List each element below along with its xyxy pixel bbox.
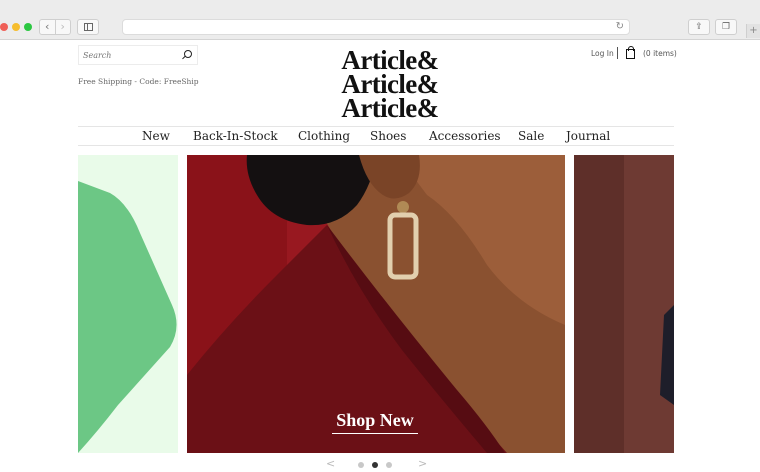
carousel-dot-3[interactable] [386,462,392,468]
history-nav: ‹ › [39,19,71,35]
nav-item-accessories[interactable]: Accessories [429,129,501,143]
site-logo[interactable]: Article& Article& Article& [330,47,450,123]
cart-link[interactable]: (0 items) [643,49,677,58]
main-nav: New Back-In-Stock Clothing Shoes Accesso… [78,126,674,146]
carousel-slide-previous[interactable] [78,155,178,453]
nav-item-back-in-stock[interactable]: Back-In-Stock [193,129,278,143]
nav-item-journal[interactable]: Journal [566,129,610,143]
nav-item-shoes[interactable]: Shoes [370,129,406,143]
search-input[interactable] [83,48,179,62]
address-bar[interactable]: ↻ [122,19,630,35]
sidebar-icon [84,23,93,31]
login-link[interactable]: Log In [591,49,614,58]
new-tab-button[interactable]: + [746,24,760,38]
carousel-prev-icon[interactable]: < [326,458,335,470]
header-divider [617,47,618,59]
carousel-slide-next[interactable] [574,155,674,453]
carousel-dot-1[interactable] [358,462,364,468]
green-shape-graphic [78,181,177,453]
search-icon[interactable] [184,50,192,58]
share-button[interactable]: ⇪ [688,19,710,35]
nav-item-clothing[interactable]: Clothing [298,129,350,143]
nav-item-new[interactable]: New [142,129,170,143]
close-window-button[interactable] [0,23,8,31]
tabs-overview-button[interactable]: ❐ [715,19,737,35]
reload-icon[interactable]: ↻ [616,21,624,33]
carousel-dot-2[interactable] [372,462,378,468]
forward-icon[interactable]: › [54,20,71,34]
minimize-window-button[interactable] [12,23,20,31]
shop-new-button[interactable]: Shop New [332,410,418,434]
nav-item-sale[interactable]: Sale [518,129,544,143]
hero-photo [187,155,565,453]
carousel-next-icon[interactable]: > [418,458,427,470]
shopping-bag-icon[interactable] [626,46,635,59]
carousel-slide-active[interactable] [187,155,565,453]
logo-line: Article& [341,93,439,123]
maximize-window-button[interactable] [24,23,32,31]
back-icon[interactable]: ‹ [40,20,55,34]
browser-toolbar: ‹ › ↻ ⇪ ❐ + [0,0,760,40]
sidebar-toggle-button[interactable] [77,19,99,35]
search-form [78,45,198,65]
promo-banner: Free Shipping - Code: FreeShip [78,77,199,86]
next-slide-photo [574,155,674,453]
